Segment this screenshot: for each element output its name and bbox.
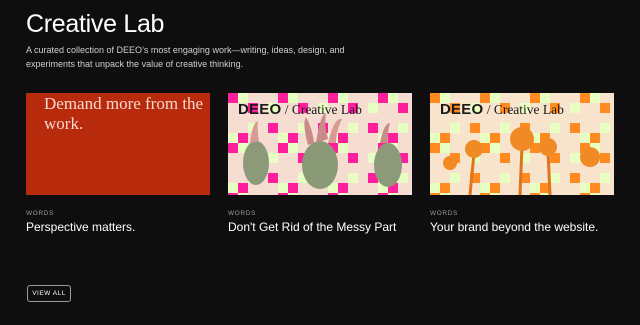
page-title: Creative Lab <box>26 10 165 38</box>
article-card[interactable]: DEEO / Creative Lab WORDS Your brand bey… <box>430 93 614 234</box>
card-thumbnail[interactable]: Demand more from the work. <box>26 93 210 195</box>
thumbnail-brand: DEEO / Creative Lab <box>440 101 564 118</box>
view-all-button[interactable]: VIEW ALL <box>27 285 71 302</box>
card-thumbnail[interactable]: DEEO / Creative Lab <box>228 93 412 195</box>
article-card[interactable]: DEEO / Creative Lab WORDS Don't Get Rid … <box>228 93 412 234</box>
card-title[interactable]: Don't Get Rid of the Messy Part <box>228 220 396 234</box>
card-category: WORDS <box>26 210 54 217</box>
page-description: A curated collection of DEEO’s most enga… <box>26 45 345 69</box>
card-title[interactable]: Your brand beyond the website. <box>430 220 598 234</box>
thumbnail-brand: DEEO / Creative Lab <box>238 101 362 118</box>
card-category: WORDS <box>228 210 256 217</box>
card-grid: Demand more from the work. WORDS Perspec… <box>26 93 614 243</box>
card-title[interactable]: Perspective matters. <box>26 220 135 234</box>
card-thumbnail[interactable]: DEEO / Creative Lab <box>430 93 614 195</box>
thumbnail-quote: Demand more from the work. <box>44 94 204 133</box>
card-category: WORDS <box>430 210 458 217</box>
article-card[interactable]: Demand more from the work. WORDS Perspec… <box>26 93 210 234</box>
